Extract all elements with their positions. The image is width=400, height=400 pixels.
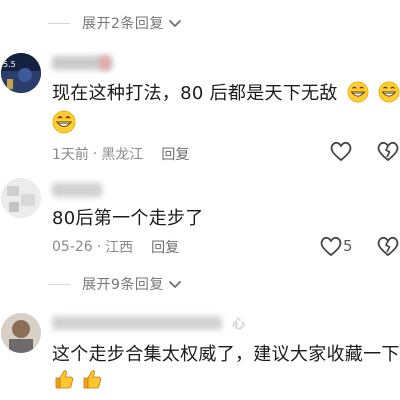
reply-button[interactable]: 回复 [151, 237, 179, 257]
like-heart-icon[interactable] [328, 139, 354, 163]
avatar-image: 5.5 [1, 53, 41, 93]
username-blurred[interactable] [52, 183, 102, 197]
thumbs-up-icon [55, 370, 73, 389]
grinning-face-icon [52, 110, 76, 134]
like-count: 5 [343, 237, 353, 255]
meta-separator: · [92, 146, 98, 162]
avatar[interactable] [1, 313, 41, 353]
comment-time: 05-26 [52, 239, 93, 255]
username-blurred-accent [100, 56, 110, 70]
divider-line [48, 283, 70, 285]
avatar[interactable] [1, 178, 41, 218]
grinning-face-icon [347, 81, 369, 103]
expand-replies-row[interactable]: 展开9条回复 [48, 274, 183, 294]
avatar-image [1, 313, 41, 353]
username-fragment: 心 [232, 317, 246, 332]
comment-text: 80后第一个走步了 [52, 208, 204, 229]
username-blurred[interactable] [52, 316, 222, 330]
dislike-heart-icon[interactable] [375, 139, 400, 163]
avatar-image [1, 178, 41, 218]
comment-meta: 1天前 · 黑龙江 回复 [52, 144, 189, 164]
divider-line [48, 22, 70, 24]
comment-text: 这个走步合集太权威了，建议大家收藏一下 [52, 344, 400, 365]
emoji-row [52, 367, 104, 391]
comment-text: 现在这种打法，80 后都是天下无敌 [52, 79, 400, 105]
chevron-down-icon[interactable] [167, 15, 183, 31]
like-heart-icon[interactable] [318, 234, 344, 258]
comment-time: 1天前 [52, 147, 89, 163]
comment-text-content: 现在这种打法，80 后都是天下无敌 [52, 83, 338, 104]
grinning-face-icon [378, 81, 400, 103]
dislike-heart-icon[interactable] [375, 234, 400, 258]
thumbs-up-icon [83, 370, 101, 389]
expand-replies-row[interactable]: 展开2条回复 [48, 13, 183, 33]
reply-button[interactable]: 回复 [161, 144, 189, 164]
comment-location: 江西 [105, 240, 134, 256]
expand-replies-label[interactable]: 展开9条回复 [82, 274, 164, 294]
expand-replies-label[interactable]: 展开2条回复 [82, 13, 164, 33]
avatar-badge: 5.5 [3, 60, 16, 69]
comment-location: 黑龙江 [101, 147, 144, 163]
comment-meta: 05-26 · 江西 回复 [52, 237, 179, 257]
avatar[interactable]: 5.5 [1, 53, 41, 93]
chevron-down-icon[interactable] [167, 276, 183, 292]
meta-separator: · [96, 239, 102, 255]
